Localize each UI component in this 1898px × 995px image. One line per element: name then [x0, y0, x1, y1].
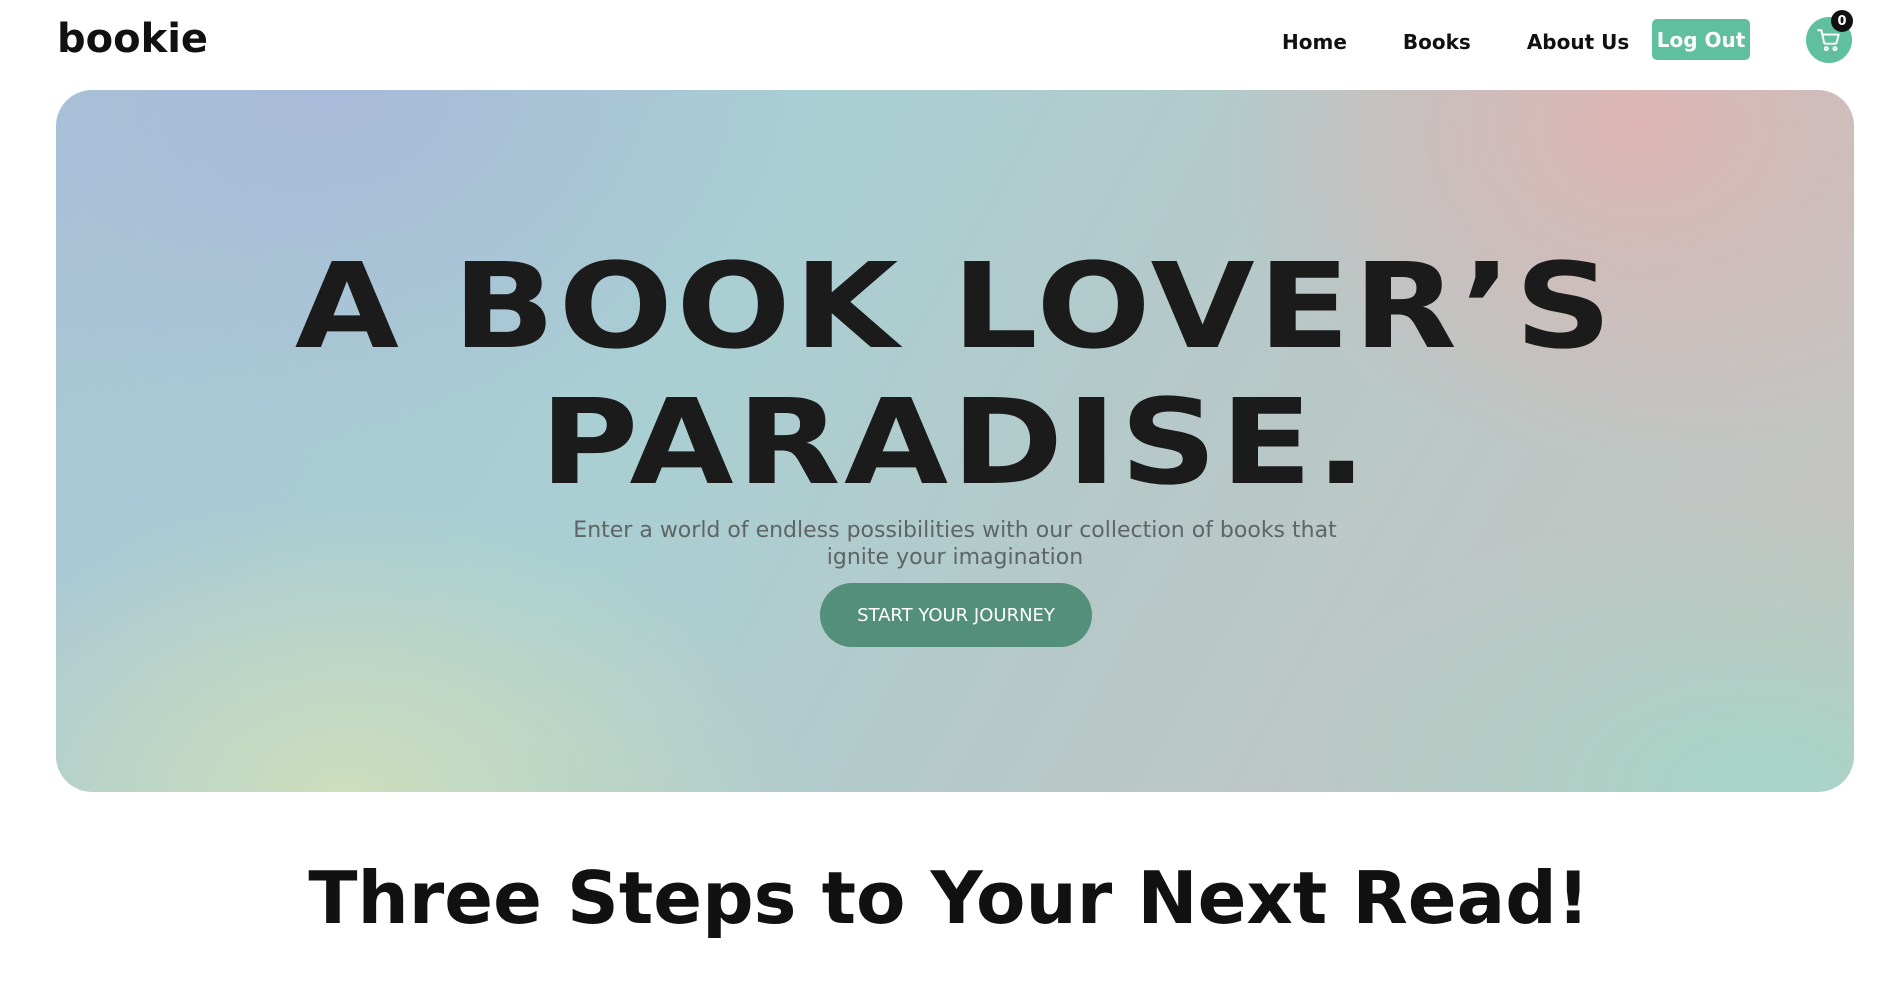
nav-link-about-us[interactable]: About Us [1527, 30, 1629, 54]
hero-title: A BOOK LOVER’S PARADISE. [56, 238, 1854, 510]
hero-title-line-1: A BOOK LOVER’S [294, 237, 1616, 375]
steps-section-title: Three Steps to Your Next Read! [308, 856, 1590, 940]
start-journey-button[interactable]: START YOUR JOURNEY [820, 583, 1092, 647]
cart-count-badge: 0 [1831, 10, 1853, 32]
hero-title-line-2: PARADISE. [539, 373, 1371, 511]
logout-button[interactable]: Log Out [1652, 19, 1750, 60]
nav-link-books[interactable]: Books [1403, 30, 1471, 54]
top-navbar: bookie Home Books About Us Log Out 0 [0, 0, 1898, 90]
hero-banner: A BOOK LOVER’S PARADISE. Enter a world o… [56, 90, 1854, 792]
hero-subtitle: Enter a world of endless possibilities w… [573, 518, 1337, 570]
nav-link-home[interactable]: Home [1282, 30, 1347, 54]
brand-logo[interactable]: bookie [57, 16, 208, 62]
main-nav: Home Books About Us [1282, 30, 1685, 54]
